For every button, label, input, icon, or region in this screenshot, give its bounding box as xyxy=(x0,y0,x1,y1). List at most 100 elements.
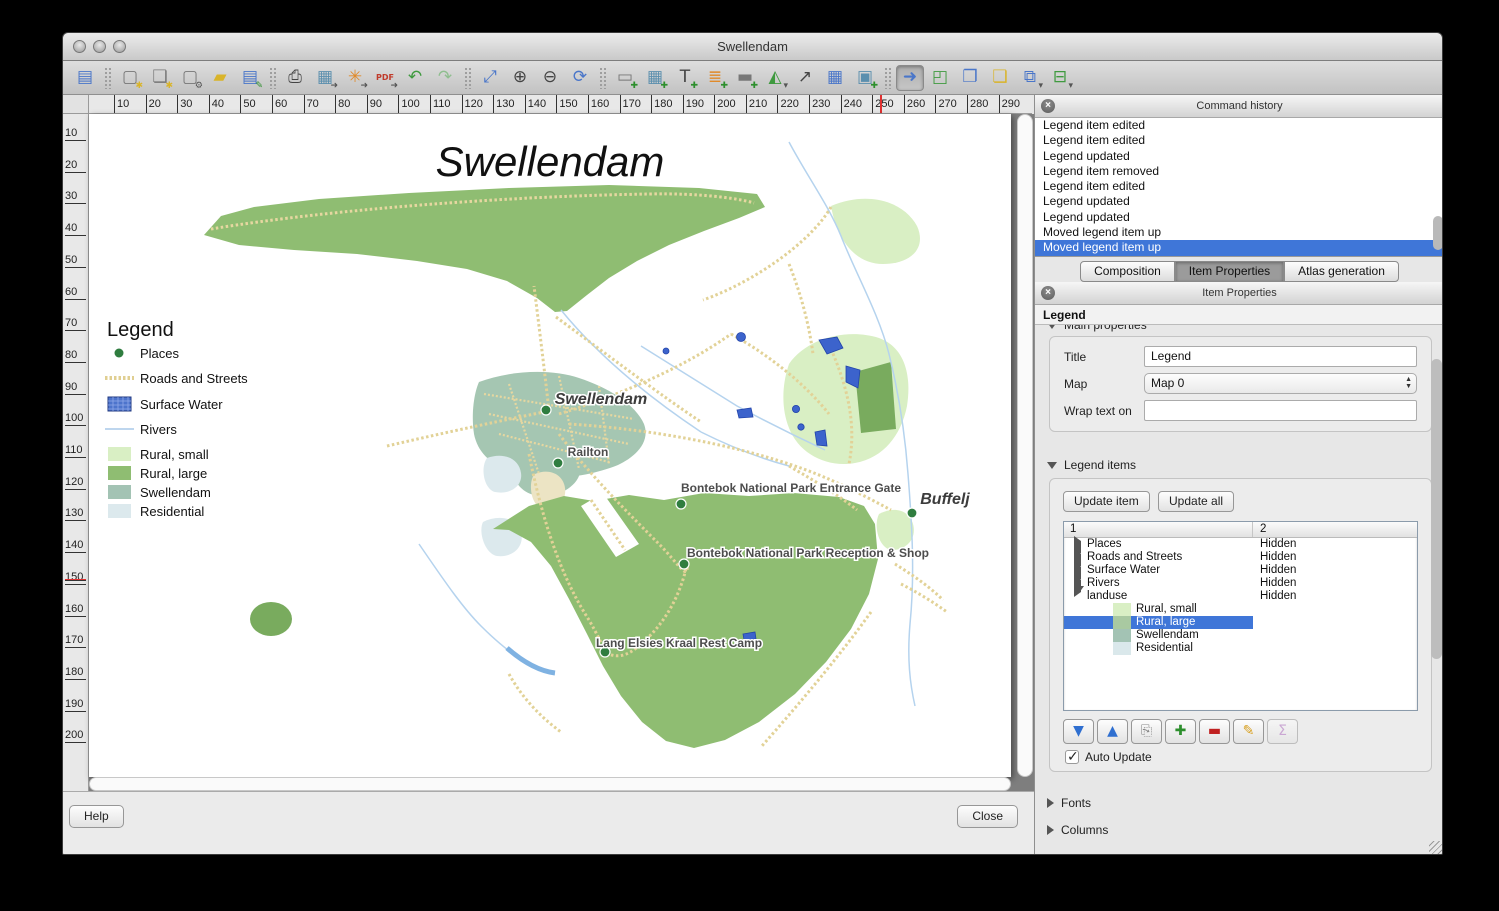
group-items-button[interactable]: ❐ xyxy=(956,65,984,91)
export-pdf-button[interactable]: PDF ➜ xyxy=(371,65,399,91)
rural-small-swatch xyxy=(108,447,131,461)
tree-row-roads[interactable]: Roads and Streets Hidden xyxy=(1064,549,1417,571)
composition-manager-button[interactable]: ▢ ⚙ xyxy=(176,65,204,91)
history-item[interactable]: Moved legend item up xyxy=(1035,225,1442,240)
legend-items-section[interactable]: Legend items xyxy=(1047,458,1442,472)
add-image-button[interactable]: ▦ ✚ xyxy=(641,65,669,91)
command-history-header: × Command history xyxy=(1035,95,1442,118)
main-properties-section[interactable]: Main properties xyxy=(1047,325,1442,332)
tree-row-surface-water[interactable]: Surface Water Hidden xyxy=(1064,562,1417,584)
add-arrow-button[interactable]: ↗ xyxy=(791,65,819,91)
print-button[interactable]: ⎙ xyxy=(281,65,309,91)
add-scalebar-button[interactable]: ▬ ✚ xyxy=(731,65,759,91)
expand-down-icon[interactable] xyxy=(1074,586,1084,605)
tree-row-landuse[interactable]: landuse Hidden xyxy=(1064,586,1417,605)
add-attribute-table-button[interactable]: ▦ xyxy=(821,65,849,91)
history-item-selected[interactable]: Moved legend item up xyxy=(1035,240,1442,256)
svg-text:Places: Places xyxy=(140,346,180,361)
title-input[interactable]: Legend xyxy=(1144,346,1417,367)
tab-item-properties[interactable]: Item Properties xyxy=(1174,260,1285,282)
tree-child-swellendam[interactable]: Swellendam xyxy=(1064,629,1417,642)
tab-atlas-generation[interactable]: Atlas generation xyxy=(1284,260,1399,282)
history-scrollbar[interactable] xyxy=(1431,120,1442,253)
history-item[interactable]: Legend updated xyxy=(1035,149,1442,164)
history-item[interactable]: Legend item edited xyxy=(1035,133,1442,148)
legend-items-tree[interactable]: 1 2 Places Hidden Roads and Streets Hidd… xyxy=(1063,521,1418,711)
tree-child-rural-small[interactable]: Rural, small xyxy=(1064,603,1417,616)
help-button[interactable]: Help xyxy=(69,805,124,828)
map-item[interactable]: Swellendam Legend Places Roads and Stree… xyxy=(89,114,1011,777)
history-item[interactable]: Legend item edited xyxy=(1035,179,1442,194)
tree-child-residential[interactable]: Residential xyxy=(1064,642,1417,655)
align-items-button[interactable]: ⊟ ▾ xyxy=(1046,65,1074,91)
edit-item-button[interactable]: ✎ xyxy=(1233,719,1264,744)
map-select[interactable]: Map 0 ▲ ▼ xyxy=(1144,373,1417,394)
tree-child-rural-large-selected[interactable]: Rural, large xyxy=(1064,616,1417,629)
columns-section[interactable]: Columns xyxy=(1047,823,1442,837)
surface-water-symbol xyxy=(107,396,132,412)
refresh-button[interactable]: ⟳ xyxy=(566,65,594,91)
save-project-button[interactable]: ▤ xyxy=(71,65,99,91)
duplicate-composition-button[interactable]: ❏ ✱ xyxy=(146,65,174,91)
redo-button[interactable]: ↷ xyxy=(431,65,459,91)
select-move-item-button[interactable]: ➜ xyxy=(896,64,924,91)
update-item-button[interactable]: Update item xyxy=(1063,491,1150,512)
cursor-position-marker-x xyxy=(880,95,882,113)
history-item[interactable]: Legend item removed xyxy=(1035,164,1442,179)
item-type-label: Legend xyxy=(1035,305,1442,325)
small-forest-area xyxy=(250,602,292,636)
undo-button[interactable]: ↶ xyxy=(401,65,429,91)
add-html-frame-button[interactable]: ▣ ✚ xyxy=(851,65,879,91)
ungroup-items-button[interactable]: ❏ xyxy=(986,65,1014,91)
canvas-horizontal-scrollbar[interactable] xyxy=(89,777,1011,791)
save-as-template-button[interactable]: ▤ ✎ xyxy=(236,65,264,91)
move-item-down-button[interactable]: ▼ xyxy=(1063,719,1094,744)
composition-page[interactable]: Swellendam Legend Places Roads and Stree… xyxy=(89,114,1011,777)
zoom-in-button[interactable]: ⊕ xyxy=(506,65,534,91)
toolbar-separator xyxy=(104,66,111,89)
zoom-out-button[interactable]: ⊖ xyxy=(536,65,564,91)
move-item-content-button[interactable]: ◰ xyxy=(926,65,954,91)
command-history-list[interactable]: Legend item edited Legend item edited Le… xyxy=(1035,118,1442,257)
tab-composition[interactable]: Composition xyxy=(1080,260,1175,282)
raise-items-button[interactable]: ⧉ ▾ xyxy=(1016,65,1044,91)
zoom-full-button[interactable]: ⤢ xyxy=(476,65,504,91)
add-map-button[interactable]: ▭ ✚ xyxy=(611,65,639,91)
item-properties-header: × Item Properties xyxy=(1035,282,1442,305)
add-shape-button[interactable]: ◭ ▾ xyxy=(761,65,789,91)
count-symbol-button[interactable]: Σ xyxy=(1267,719,1298,744)
export-svg-button[interactable]: ✳ ➜ xyxy=(341,65,369,91)
map-title-label[interactable]: Swellendam xyxy=(436,138,665,185)
stepper-arrows-icon: ▲ ▼ xyxy=(1405,376,1412,390)
tree-row-rivers[interactable]: Rivers Hidden xyxy=(1064,575,1417,597)
close-button[interactable]: Close xyxy=(957,805,1018,828)
fonts-section[interactable]: Fonts xyxy=(1047,796,1442,810)
page-legend-item[interactable]: Legend Places Roads and Streets Surface … xyxy=(105,319,248,519)
svg-text:Residential: Residential xyxy=(140,504,204,519)
update-all-button[interactable]: Update all xyxy=(1158,491,1235,512)
move-item-up-button[interactable]: ▲ xyxy=(1097,719,1128,744)
add-legend-button[interactable]: ≣ ✚ xyxy=(701,65,729,91)
new-composition-button[interactable]: ▢ ✱ xyxy=(116,65,144,91)
item-properties-scrollbar[interactable] xyxy=(1429,329,1442,854)
history-item[interactable]: Legend updated xyxy=(1035,194,1442,209)
history-item[interactable]: Legend updated xyxy=(1035,210,1442,225)
auto-update-checkbox[interactable] xyxy=(1065,748,1079,765)
composer-canvas[interactable]: Swellendam Legend Places Roads and Stree… xyxy=(89,114,1034,791)
load-from-template-button[interactable]: ▰ xyxy=(206,65,234,91)
canvas-vertical-scrollbar[interactable] xyxy=(1017,114,1033,777)
export-image-button[interactable]: ▦ ➜ xyxy=(311,65,339,91)
raise-items-icon: ⧉ xyxy=(1023,67,1037,87)
right-panel: × Command history Legend item edited Leg… xyxy=(1034,95,1442,854)
remove-item-button[interactable]: ▬ xyxy=(1199,719,1230,744)
history-item[interactable]: Legend item edited xyxy=(1035,118,1442,133)
select-move-item-icon: ➜ xyxy=(902,67,918,87)
town-label-railton: Railton xyxy=(568,445,609,459)
add-label-button[interactable]: T ✚ xyxy=(671,65,699,91)
wrap-text-input[interactable] xyxy=(1144,400,1417,421)
add-group-button[interactable]: ⎘ xyxy=(1131,719,1162,744)
resize-grip[interactable] xyxy=(1429,841,1442,854)
item-properties-scroll-area[interactable]: Main properties Title Legend Map Map 0 ▲… xyxy=(1035,325,1442,854)
tree-row-places[interactable]: Places Hidden xyxy=(1064,536,1417,558)
add-item-button[interactable]: ✚ xyxy=(1165,719,1196,744)
